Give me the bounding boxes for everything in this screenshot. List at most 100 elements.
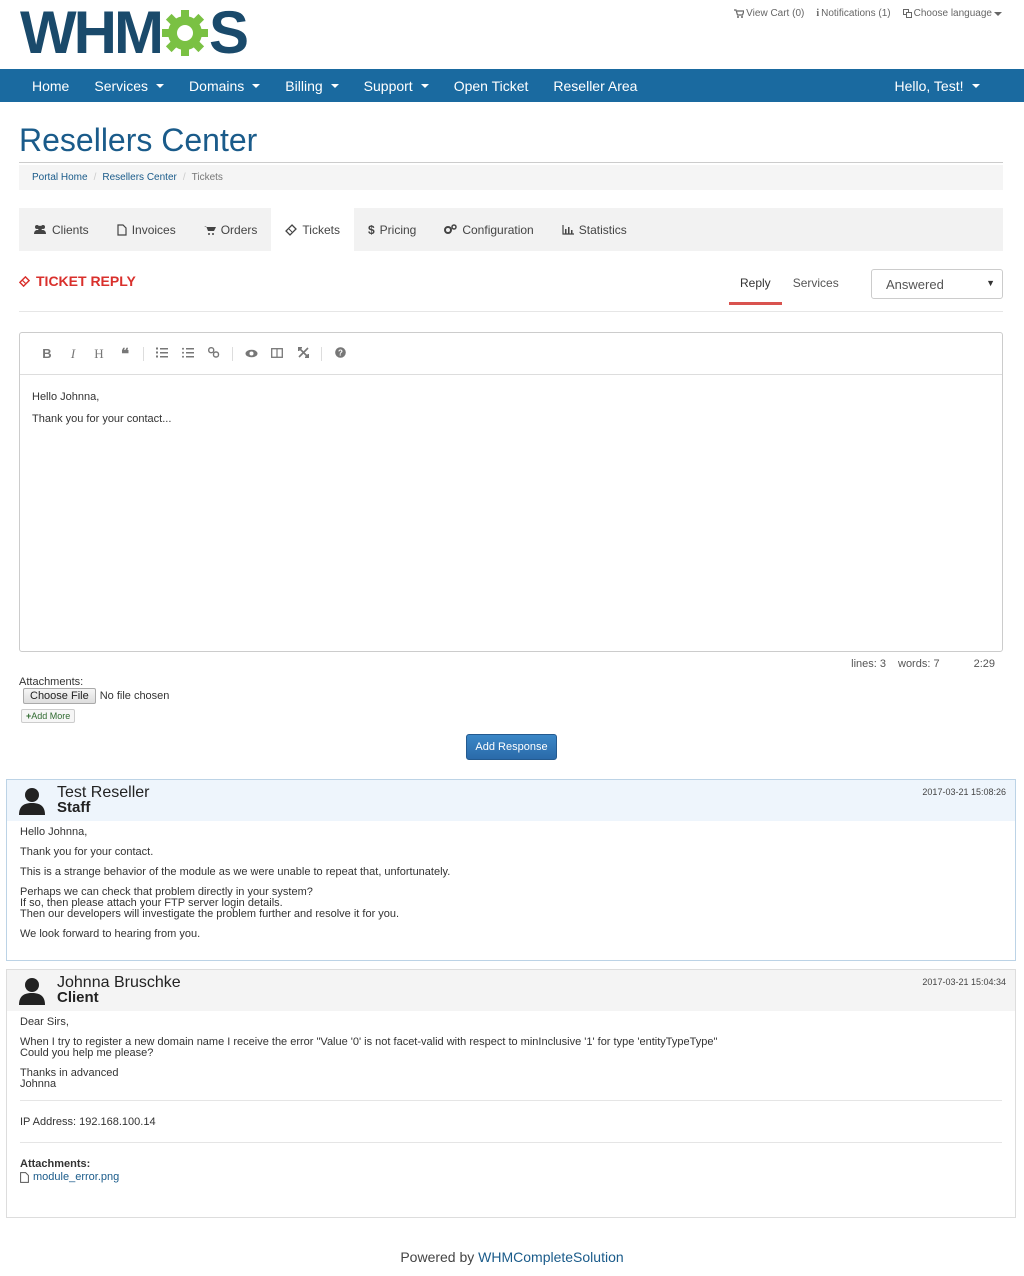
file-icon bbox=[20, 1172, 29, 1183]
reply-message: Dear Sirs, When I try to register a new … bbox=[7, 1011, 1015, 1189]
nav-home[interactable]: Home bbox=[0, 69, 82, 102]
divider bbox=[19, 162, 1003, 163]
tab-statistics-label: Statistics bbox=[578, 222, 627, 237]
reply-header: Johnna Bruschke Client 2017-03-21 15:04:… bbox=[7, 970, 1015, 1011]
reply-role: Client bbox=[57, 989, 99, 1006]
tab-pricing-label: Pricing bbox=[379, 222, 417, 237]
ticket-reply-title: TICKET REPLY bbox=[19, 273, 136, 289]
nav-support[interactable]: Support bbox=[351, 69, 441, 102]
nav-billing[interactable]: Billing bbox=[273, 69, 351, 102]
footer-link[interactable]: WHMCompleteSolution bbox=[478, 1249, 624, 1265]
users-icon bbox=[34, 225, 46, 234]
link-icon[interactable] bbox=[201, 346, 227, 361]
tab-clients[interactable]: Clients bbox=[19, 208, 103, 251]
italic-icon[interactable]: I bbox=[60, 346, 86, 362]
reply-date: 2017-03-21 15:04:34 bbox=[922, 977, 1006, 987]
nav-home-label: Home bbox=[32, 77, 70, 94]
reply-client: Johnna Bruschke Client 2017-03-21 15:04:… bbox=[6, 969, 1016, 1218]
header: WHM S View Cart (0) i Notifications (1) … bbox=[0, 0, 1024, 69]
cart-icon bbox=[203, 225, 216, 235]
tab-pricing[interactable]: $ Pricing bbox=[354, 208, 430, 251]
editor-line: Thank you for your contact... bbox=[32, 413, 172, 425]
message-line: Thank you for your contact. bbox=[20, 846, 154, 858]
reply-role: Staff bbox=[57, 799, 91, 816]
logo[interactable]: WHM S bbox=[20, 0, 249, 66]
chevron-down-icon bbox=[252, 83, 261, 88]
chevron-down-icon bbox=[330, 83, 339, 88]
editor-text-area[interactable]: Hello Johnna, Thank you for your contact… bbox=[20, 375, 1002, 441]
footer-prefix: Powered by bbox=[400, 1249, 479, 1265]
breadcrumb-resellers-center[interactable]: Resellers Center bbox=[102, 172, 176, 183]
line-count: lines: 3 bbox=[851, 658, 886, 670]
breadcrumb-tickets: Tickets bbox=[191, 172, 223, 183]
nav-billing-label: Billing bbox=[285, 77, 323, 94]
tab-orders[interactable]: Orders bbox=[190, 208, 272, 251]
tab-configuration-label: Configuration bbox=[462, 222, 534, 237]
language-selector[interactable]: Choose language bbox=[902, 8, 1002, 19]
file-input: Choose File No file chosen bbox=[23, 688, 169, 704]
nav-services[interactable]: Services bbox=[82, 69, 177, 102]
nav-domains[interactable]: Domains bbox=[177, 69, 273, 102]
word-count: words: 7 bbox=[898, 658, 940, 670]
tab-tickets-label: Tickets bbox=[302, 222, 340, 237]
help-icon[interactable]: ? bbox=[327, 346, 353, 361]
file-icon bbox=[117, 223, 127, 236]
ticket-reply-label: TICKET REPLY bbox=[36, 273, 136, 289]
nav-open-ticket[interactable]: Open Ticket bbox=[441, 69, 541, 102]
tab-tickets[interactable]: Tickets bbox=[271, 208, 354, 251]
breadcrumb-separator: / bbox=[182, 172, 186, 183]
tab-invoices[interactable]: Invoices bbox=[103, 208, 190, 251]
toolbar-divider bbox=[143, 346, 144, 361]
attachment-name: module_error.png bbox=[33, 1171, 120, 1183]
unordered-list-icon[interactable] bbox=[175, 346, 201, 361]
footer: Powered by WHMCompleteSolution bbox=[0, 1249, 1024, 1265]
fullscreen-icon[interactable] bbox=[290, 346, 316, 361]
language-icon bbox=[902, 9, 912, 18]
top-links: View Cart (0) i Notifications (1) Choose… bbox=[734, 8, 1002, 19]
view-cart-link[interactable]: View Cart (0) bbox=[734, 8, 804, 19]
editor-line: Hello Johnna, bbox=[32, 391, 100, 403]
chevron-down-icon bbox=[994, 11, 1002, 16]
nav-reseller-area[interactable]: Reseller Area bbox=[541, 69, 650, 102]
nav-open-ticket-label: Open Ticket bbox=[453, 77, 529, 94]
ticket-reply-header: TICKET REPLY Reply Services Answered ▼ bbox=[19, 268, 1003, 312]
columns-icon[interactable] bbox=[264, 346, 290, 361]
gear-icon bbox=[161, 10, 208, 56]
notifications-label: Notifications (1) bbox=[821, 8, 891, 19]
attachments-label: Attachments: bbox=[19, 676, 84, 688]
notifications-link[interactable]: i Notifications (1) bbox=[816, 8, 890, 19]
tab-configuration[interactable]: Configuration bbox=[430, 208, 547, 251]
tab-invoices-label: Invoices bbox=[131, 222, 176, 237]
breadcrumb-portal-home[interactable]: Portal Home bbox=[32, 172, 88, 183]
bar-chart-icon bbox=[562, 224, 574, 235]
tab-orders-label: Orders bbox=[220, 222, 258, 237]
editor-toolbar: B I H ❝ ? bbox=[20, 333, 1002, 375]
cursor-position: 2:29 bbox=[973, 658, 995, 670]
tab-services[interactable]: Services bbox=[782, 268, 850, 305]
message-paragraph: Perhaps we can check that problem direct… bbox=[20, 887, 1002, 920]
tab-statistics[interactable]: Statistics bbox=[548, 208, 641, 251]
tab-reply[interactable]: Reply bbox=[729, 268, 782, 305]
eye-icon[interactable] bbox=[238, 346, 264, 361]
nav-support-label: Support bbox=[363, 77, 413, 94]
no-file-label: No file chosen bbox=[99, 690, 170, 702]
message-line: We look forward to hearing from you. bbox=[20, 928, 201, 940]
add-more-button[interactable]: +Add More bbox=[21, 709, 76, 723]
message-line: Could you help me please? bbox=[20, 1047, 154, 1059]
choose-file-button[interactable]: Choose File bbox=[23, 688, 96, 704]
logo-text-right: S bbox=[208, 0, 249, 66]
ordered-list-icon[interactable] bbox=[149, 346, 175, 361]
quote-icon[interactable]: ❝ bbox=[112, 345, 138, 363]
nav-reseller-area-label: Reseller Area bbox=[553, 77, 638, 94]
attachment-link[interactable]: module_error.png bbox=[20, 1172, 1002, 1183]
chevron-down-icon bbox=[156, 83, 165, 88]
bold-icon[interactable]: B bbox=[34, 346, 60, 361]
divider bbox=[20, 1142, 1002, 1143]
user-menu[interactable]: Hello, Test! bbox=[882, 69, 992, 102]
status-select[interactable]: Answered ▼ bbox=[871, 269, 1003, 299]
heading-icon[interactable]: H bbox=[86, 346, 112, 362]
toolbar-divider bbox=[321, 346, 322, 361]
add-response-button[interactable]: Add Response bbox=[466, 734, 557, 760]
cart-icon bbox=[734, 9, 745, 18]
nav-domains-label: Domains bbox=[189, 77, 245, 94]
